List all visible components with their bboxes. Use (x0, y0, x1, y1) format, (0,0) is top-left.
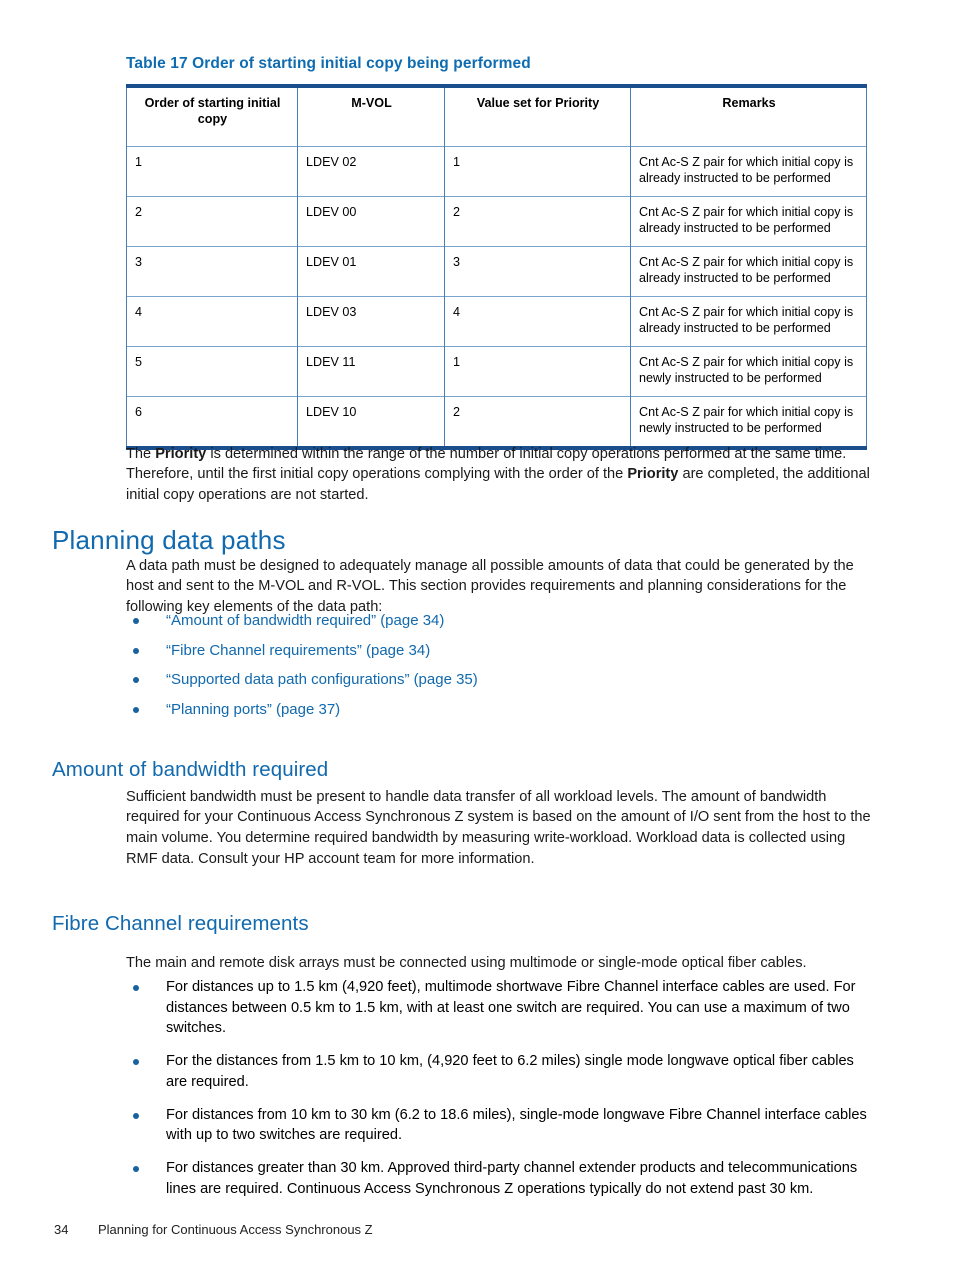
table-row: 4 LDEV 03 4 Cnt Ac-S Z pair for which in… (126, 296, 867, 347)
cell-remarks: Cnt Ac-S Z pair for which initial copy i… (630, 246, 867, 297)
page-ref: (page 37) (275, 701, 341, 719)
cell-priority-value: 3 (444, 246, 631, 297)
cell-order: 6 (126, 396, 298, 450)
link-amount-of-bandwidth-required[interactable]: “Amount of bandwidth required” (166, 612, 376, 629)
cell-priority-value: 1 (444, 346, 631, 397)
table-row: 3 LDEV 01 3 Cnt Ac-S Z pair for which in… (126, 246, 867, 297)
priority-bold-2: Priority (627, 466, 679, 483)
cell-priority-value: 2 (444, 396, 631, 450)
cell-order: 2 (126, 196, 298, 247)
bullet-dot-icon (133, 1059, 139, 1066)
list-item-text: For distances greater than 30 km. Approv… (166, 1160, 858, 1197)
cell-order: 4 (126, 296, 298, 347)
table-row: 6 LDEV 10 2 Cnt Ac-S Z pair for which in… (126, 396, 867, 450)
bullet-dot-icon (133, 677, 139, 684)
table-caption: Table 17 Order of starting initial copy … (126, 55, 531, 72)
bullet-dot-icon (133, 1112, 139, 1119)
list-item: “Fibre Channel requirements” (page 34) (126, 640, 826, 662)
page-ref: (page 34) (380, 612, 445, 629)
page-ref: (page 35) (413, 671, 478, 689)
cell-priority-value: 2 (444, 196, 631, 247)
list-item-text: For distances from 10 km to 30 km (6.2 t… (166, 1106, 867, 1144)
table-row: 1 LDEV 02 1 Cnt Ac-S Z pair for which in… (126, 146, 867, 197)
cell-mvol: LDEV 01 (297, 246, 445, 297)
table-header: Order of starting initial copy M-VOL Val… (126, 84, 867, 147)
cell-mvol: LDEV 10 (297, 396, 445, 450)
list-item: For distances up to 1.5 km (4,920 feet),… (126, 977, 878, 1039)
bullet-dot-icon (133, 647, 139, 654)
footer-page-number: 34 (54, 1222, 69, 1237)
page-footer: 34 Planning for Continuous Access Synchro… (54, 1222, 373, 1237)
fibre-channel-distance-list: For distances up to 1.5 km (4,920 feet),… (126, 977, 878, 1211)
bullet-dot-icon (133, 1166, 139, 1173)
order-of-starting-initial-copy-table: Order of starting initial copy M-VOL Val… (126, 84, 867, 450)
cell-order: 5 (126, 346, 298, 397)
cell-remarks: Cnt Ac-S Z pair for which initial copy i… (630, 196, 867, 247)
list-item: For distances greater than 30 km. Approv… (126, 1158, 878, 1199)
document-page: Table 17 Order of starting initial copy … (0, 0, 954, 1271)
cell-remarks: Cnt Ac-S Z pair for which initial copy i… (630, 146, 867, 197)
planning-data-paths-intro: A data path must be designed to adequate… (126, 557, 854, 616)
bullet-dot-icon (133, 618, 139, 624)
cell-remarks: Cnt Ac-S Z pair for which initial copy i… (630, 296, 867, 347)
amount-of-bandwidth-body: Sufficient bandwidth must be present to … (126, 788, 871, 867)
link-supported-data-path-configurations[interactable]: “Supported data path configurations” (166, 671, 410, 688)
table-row: 5 LDEV 11 1 Cnt Ac-S Z pair for which in… (126, 346, 867, 397)
priority-paragraph: The Priority is determined within the ra… (126, 444, 874, 506)
heading-planning-data-paths: Planning data paths (52, 524, 286, 555)
column-header-order: Order of starting initial copy (126, 84, 298, 147)
cell-order: 3 (126, 246, 298, 297)
table-header-row: Order of starting initial copy M-VOL Val… (126, 84, 867, 147)
bullet-dot-icon (133, 985, 139, 991)
cell-remarks: Cnt Ac-S Z pair for which initial copy i… (630, 396, 867, 450)
column-header-priority-value: Value set for Priority (444, 84, 631, 147)
priority-text-part1: The (126, 445, 156, 462)
column-header-mvol: M-VOL (297, 84, 445, 147)
list-item: For distances from 10 km to 30 km (6.2 t… (126, 1105, 878, 1146)
cell-order: 1 (126, 146, 298, 197)
list-item: “Amount of bandwidth required” (page 34) (126, 610, 826, 632)
heading-amount-of-bandwidth-required: Amount of bandwidth required (52, 757, 329, 781)
cell-mvol: LDEV 03 (297, 296, 445, 347)
cell-priority-value: 4 (444, 296, 631, 347)
cell-priority-value: 1 (444, 146, 631, 197)
column-header-remarks: Remarks (630, 84, 867, 147)
data-path-links-list: “Amount of bandwidth required” (page 34)… (126, 610, 826, 729)
list-item: For the distances from 1.5 km to 10 km, … (126, 1051, 878, 1092)
table-body: 1 LDEV 02 1 Cnt Ac-S Z pair for which in… (126, 146, 867, 450)
list-item-text: For distances up to 1.5 km (4,920 feet),… (166, 979, 856, 1037)
link-planning-ports[interactable]: “Planning ports” (166, 701, 272, 718)
table-row: 2 LDEV 00 2 Cnt Ac-S Z pair for which in… (126, 196, 867, 247)
cell-remarks: Cnt Ac-S Z pair for which initial copy i… (630, 346, 867, 397)
list-item: “Planning ports” (page 37) (126, 699, 826, 721)
footer-chapter-title: Planning for Continuous Access Synchrono… (98, 1222, 373, 1237)
fibre-channel-intro: The main and remote disk arrays must be … (126, 954, 807, 971)
bullet-dot-icon (133, 707, 139, 714)
page-ref: (page 34) (365, 641, 431, 659)
list-item: “Supported data path configurations” (pa… (126, 669, 826, 691)
cell-mvol: LDEV 11 (297, 346, 445, 397)
list-item-text: For the distances from 1.5 km to 10 km, … (166, 1053, 854, 1090)
cell-mvol: LDEV 02 (297, 146, 445, 197)
heading-fibre-channel-requirements: Fibre Channel requirements (52, 911, 309, 935)
cell-mvol: LDEV 00 (297, 196, 445, 247)
link-fibre-channel-requirements[interactable]: “Fibre Channel requirements” (166, 642, 362, 659)
priority-bold-1: Priority (155, 445, 207, 462)
